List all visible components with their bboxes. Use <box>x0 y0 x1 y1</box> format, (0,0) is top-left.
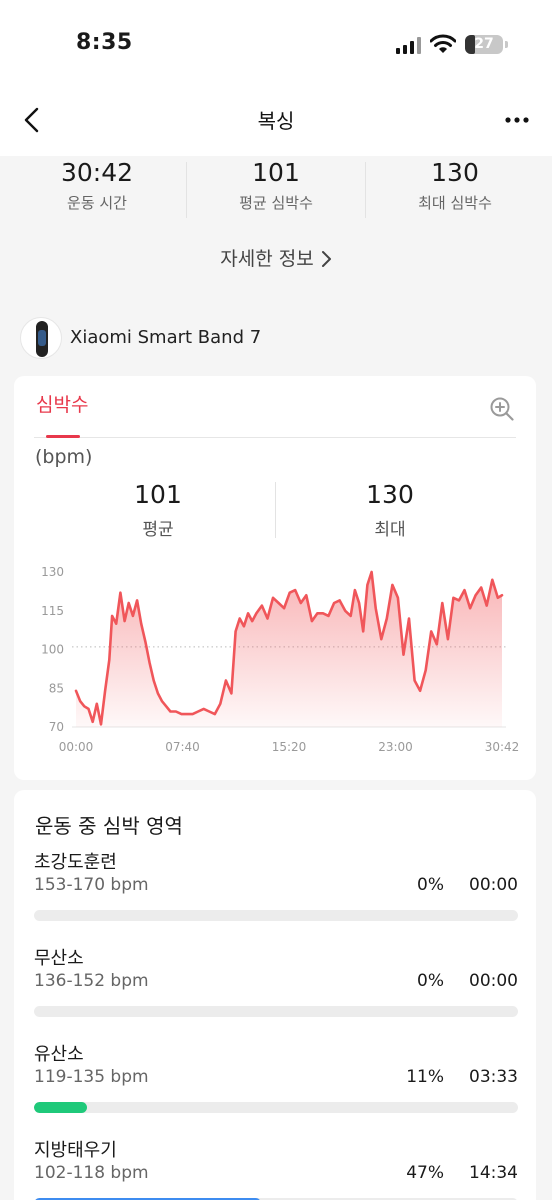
more-options-icon[interactable] <box>500 107 534 133</box>
hr-max-value: 130 <box>366 480 414 509</box>
zone-row: 무산소 136-152 bpm 0% 00:00 <box>34 944 518 1017</box>
x-tick-label: 23:00 <box>378 740 413 754</box>
summary-max-hr: 130 최대 심박수 <box>365 158 545 213</box>
zone-range: 102-118 bpm <box>34 1163 149 1183</box>
y-tick-label: 115 <box>41 604 64 618</box>
zone-duration: 00:00 <box>469 875 518 895</box>
zoom-in-icon[interactable] <box>489 396 515 422</box>
status-bar: 8:35 27 <box>0 0 552 90</box>
page-title: 복싱 <box>257 109 295 133</box>
x-tick-label: 00:00 <box>59 740 94 754</box>
battery-icon: 27 <box>465 35 503 54</box>
cellular-signal-icon <box>396 36 422 54</box>
smart-band-icon <box>20 317 62 359</box>
battery-nub <box>505 41 508 48</box>
x-tick-label: 15:20 <box>272 740 307 754</box>
zone-percent: 0% <box>417 875 444 895</box>
device-name: Xiaomi Smart Band 7 <box>70 327 262 348</box>
status-time: 8:35 <box>76 30 133 55</box>
y-tick-label: 70 <box>49 720 64 734</box>
zones-title: 운동 중 심박 영역 <box>35 814 183 838</box>
summary-label: 최대 심박수 <box>418 194 492 212</box>
zone-percent: 47% <box>406 1163 444 1183</box>
hr-average-value: 101 <box>134 480 182 509</box>
hr-average-label: 평균 <box>142 520 174 540</box>
zone-name: 유산소 <box>34 1044 84 1065</box>
x-tick-label: 30:42 <box>485 740 520 754</box>
y-tick-label: 100 <box>41 643 64 657</box>
details-link-label: 자세한 정보 <box>220 248 314 270</box>
zone-percent: 11% <box>406 1067 444 1087</box>
tab-heart-rate[interactable]: 심박수 <box>36 390 88 417</box>
heart-rate-chart[interactable]: 130 115 100 85 70 00:00 07:40 15:20 23:00 30:42 <box>14 556 536 756</box>
zone-duration: 00:00 <box>469 971 518 991</box>
unit-label: (bpm) <box>35 446 93 468</box>
zone-duration: 14:34 <box>469 1163 518 1183</box>
y-tick-label: 130 <box>41 565 64 579</box>
zone-name: 초강도훈련 <box>34 852 117 873</box>
zone-row: 지방태우기 102-118 bpm 47% 14:34 <box>34 1136 518 1200</box>
zone-progress-track <box>34 1102 518 1113</box>
zone-name: 지방태우기 <box>34 1140 117 1161</box>
hr-max-label: 최대 <box>374 520 406 540</box>
zone-percent: 0% <box>417 971 444 991</box>
summary-duration: 30:42 운동 시간 <box>7 158 187 213</box>
summary-value: 101 <box>252 158 300 187</box>
battery-percent: 27 <box>474 36 494 52</box>
tab-active-indicator <box>46 435 80 438</box>
chevron-right-icon <box>321 251 331 267</box>
x-tick-label: 07:40 <box>165 740 200 754</box>
summary-label: 평균 심박수 <box>239 194 313 212</box>
summary-value: 30:42 <box>60 158 134 187</box>
tab-divider <box>34 437 516 438</box>
zone-row: 유산소 119-135 bpm 11% 03:33 <box>34 1040 518 1113</box>
details-link[interactable]: 자세한 정보 <box>0 244 552 271</box>
zone-name: 무산소 <box>34 948 84 969</box>
zone-range: 119-135 bpm <box>34 1067 149 1087</box>
zone-row: 초강도훈련 153-170 bpm 0% 00:00 <box>34 848 518 921</box>
heart-rate-zones-card: 운동 중 심박 영역 초강도훈련 153-170 bpm 0% 00:00 무산… <box>14 790 536 1200</box>
zone-progress-fill <box>34 1102 88 1113</box>
nav-bar: 복싱 <box>0 95 552 145</box>
hr-average: 101 평균 <box>58 480 258 540</box>
divider <box>275 482 276 538</box>
zone-progress-track <box>34 1006 518 1017</box>
zone-range: 136-152 bpm <box>34 971 149 991</box>
summary-label: 운동 시간 <box>67 194 127 212</box>
y-tick-label: 85 <box>49 681 64 695</box>
zone-progress-track <box>34 910 518 921</box>
summary-value: 130 <box>431 158 479 187</box>
zone-range: 153-170 bpm <box>34 875 149 895</box>
wifi-icon <box>430 34 456 53</box>
summary-avg-hr: 101 평균 심박수 <box>186 158 366 213</box>
workout-summary: 30:42 운동 시간 101 평균 심박수 130 최대 심박수 <box>0 158 552 220</box>
heart-rate-card: 심박수 (bpm) 101 평균 130 최대 130 115 100 85 70 00:… <box>14 376 536 780</box>
zone-duration: 03:33 <box>469 1067 518 1087</box>
hr-max: 130 최대 <box>290 480 490 540</box>
